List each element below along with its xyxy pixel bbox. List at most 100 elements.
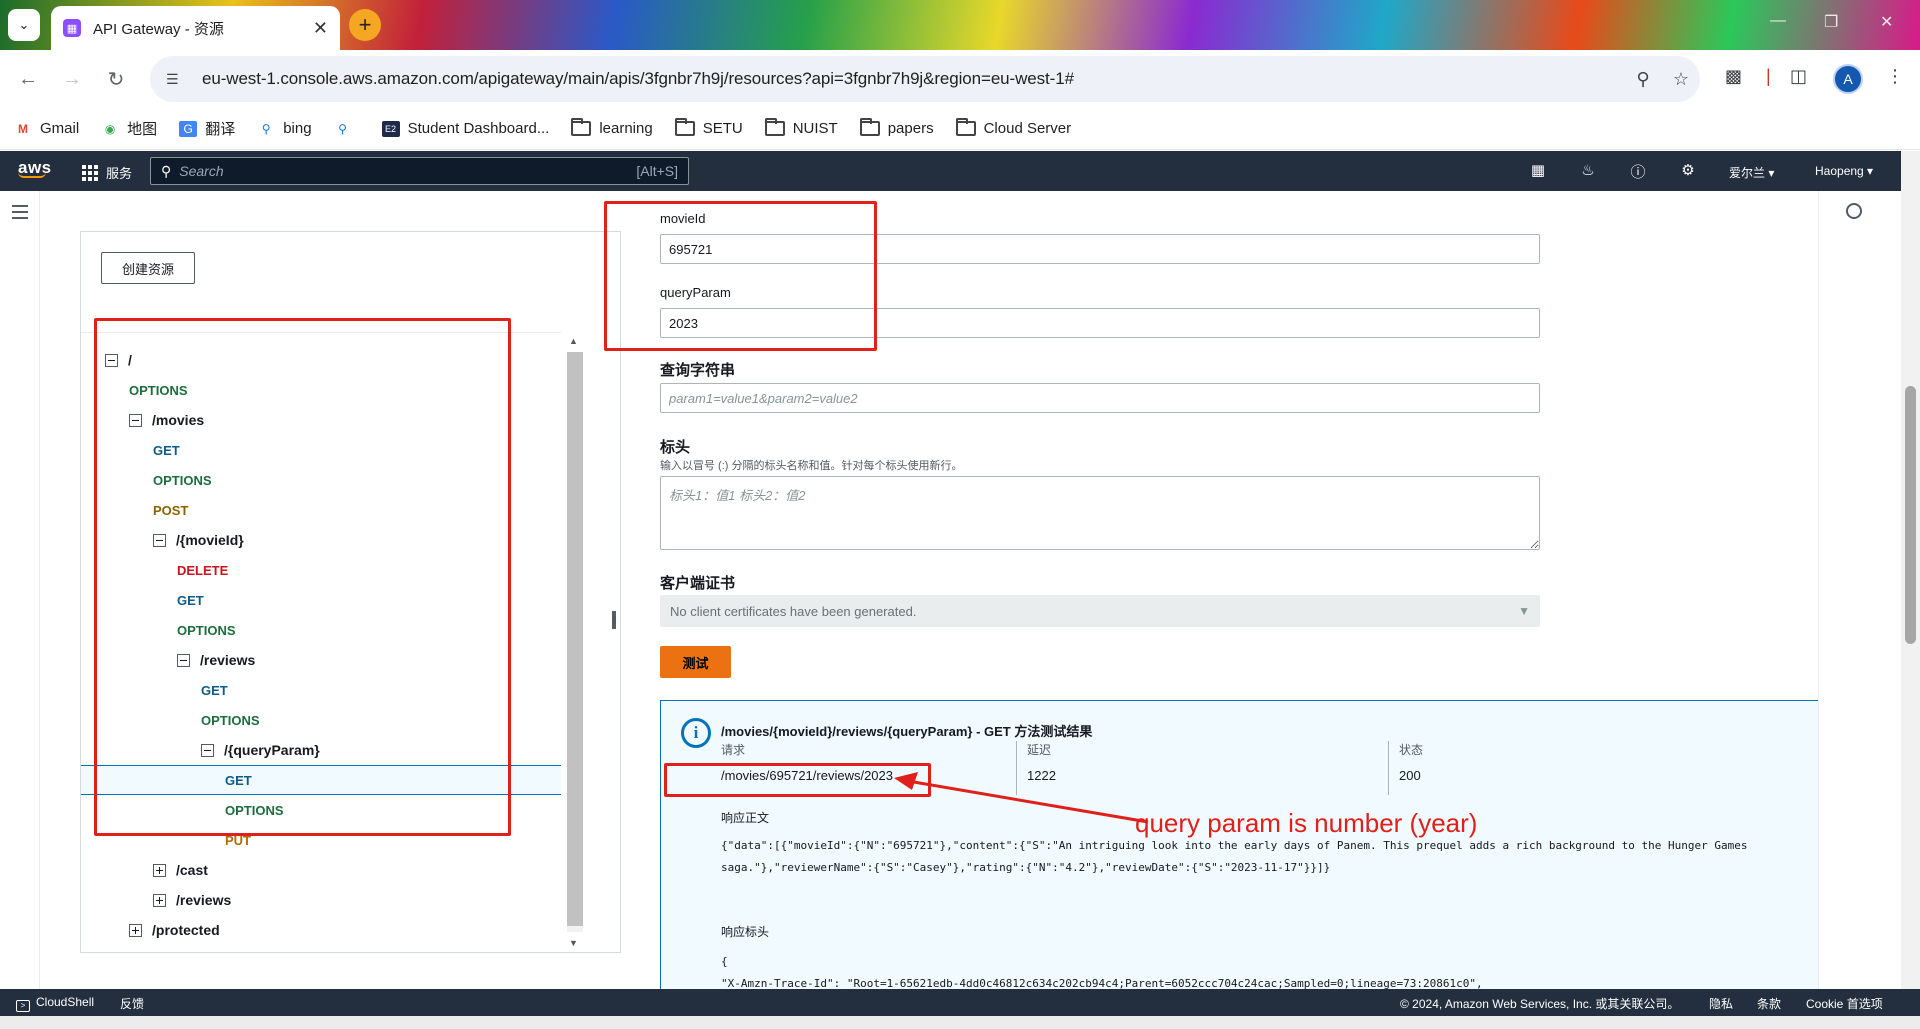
tree-method-item[interactable]: GET (81, 765, 561, 795)
side-panel-icon[interactable]: ◫ (1790, 66, 1807, 87)
aws-logo-text: aws (18, 158, 52, 177)
translate-icon: G (179, 120, 198, 137)
bookmark-folder-setu[interactable]: SETU (674, 118, 743, 137)
tree-method-item[interactable]: GET (81, 435, 561, 465)
forward-arrow-icon[interactable]: → (58, 65, 86, 93)
collapse-minus-icon[interactable] (129, 413, 142, 427)
method-label: POST (153, 502, 189, 518)
expand-plus-icon[interactable] (129, 923, 142, 937)
services-menu[interactable]: 服务 (82, 163, 132, 182)
tree-method-item[interactable]: OPTIONS (81, 795, 561, 825)
resources-panel: 创建资源 / OPTIONS/movies GET OPTIONS POST /{movi… (80, 231, 621, 953)
tree-resource-item[interactable]: /{movieId} (81, 525, 561, 555)
bookmark-gmail[interactable]: M Gmail (14, 120, 79, 137)
tree-scrollbar[interactable]: ▲ ▼ (561, 332, 583, 952)
address-url[interactable]: eu-west-1.console.aws.amazon.com/apigate… (202, 69, 1624, 89)
minimize-icon[interactable]: — (1770, 12, 1786, 30)
headers-textarea[interactable] (660, 476, 1540, 550)
tree-resource-item[interactable]: /protected (81, 915, 561, 945)
queryparam-input[interactable] (660, 308, 1540, 338)
collapse-minus-icon[interactable] (201, 743, 214, 757)
method-label: GET (201, 682, 228, 698)
feedback-link[interactable]: 反馈 (120, 995, 144, 1012)
site-info-icon[interactable]: ☰ (166, 71, 186, 88)
tree-resource-item[interactable]: /movies (81, 405, 561, 435)
collapse-minus-icon[interactable] (153, 533, 166, 547)
notifications-bell-icon[interactable]: ♨ (1578, 161, 1598, 181)
tree-resource-item[interactable]: /cast (81, 855, 561, 885)
region-selector[interactable]: 爱尔兰 ▾ (1729, 164, 1774, 181)
bookmark-folder-nuist[interactable]: NUIST (764, 118, 838, 137)
tree-scrollbar-thumb[interactable] (567, 352, 583, 926)
aws-logo[interactable]: aws (18, 158, 52, 178)
bookmark-folder-learning[interactable]: learning (571, 118, 653, 137)
hamburger-menu-icon[interactable] (12, 205, 28, 223)
browser-tab-active[interactable]: ▦ API Gateway - 资源 ✕ (51, 6, 340, 50)
latency-stat: 延迟 1222 (1016, 741, 1388, 795)
help-icon[interactable]: ⓘ (1628, 161, 1648, 181)
restore-icon[interactable]: ❐ (1824, 12, 1838, 32)
tree-method-item[interactable]: OPTIONS (81, 465, 561, 495)
tree-method-item[interactable]: PUT (81, 825, 561, 855)
client-cert-select[interactable]: No client certificates have been generat… (660, 595, 1540, 627)
bookmark-label: 地图 (127, 121, 158, 138)
bookmark-translate[interactable]: G 翻译 (179, 118, 235, 139)
bookmark-search[interactable]: ⚲ (334, 121, 360, 137)
collapse-minus-icon[interactable] (177, 653, 190, 667)
more-menu-icon[interactable]: ⋮ (1886, 66, 1904, 87)
page-scrollbar[interactable] (1901, 151, 1920, 989)
settings-gear-icon[interactable]: ⚙ (1678, 161, 1698, 181)
tree-resource-item[interactable]: /reviews (81, 645, 561, 675)
aws-search-box[interactable]: ⚲ Search [Alt+S] (150, 157, 689, 185)
query-string-input[interactable] (660, 383, 1540, 413)
client-cert-label: 客户端证书 (660, 575, 736, 592)
tree-method-item[interactable]: OPTIONS (81, 375, 561, 405)
tree-resource-item[interactable]: /public (81, 945, 561, 952)
back-arrow-icon[interactable]: ← (14, 65, 42, 93)
bookmark-folder-papers[interactable]: papers (859, 118, 934, 137)
collapse-minus-icon[interactable] (105, 353, 118, 367)
cookie-preferences-link[interactable]: Cookie 首选项 (1806, 995, 1883, 1012)
tree-resource-item[interactable]: /reviews (81, 885, 561, 915)
movieid-input[interactable] (660, 234, 1540, 264)
profile-avatar[interactable]: A (1833, 64, 1863, 94)
reload-icon[interactable]: ↻ (102, 65, 130, 93)
grid-icon (82, 164, 98, 181)
expand-plus-icon[interactable] (153, 863, 166, 877)
tree-method-item[interactable]: OPTIONS (81, 615, 561, 645)
tree-method-item[interactable]: DELETE (81, 555, 561, 585)
cloudshell-link[interactable]: > CloudShell (16, 995, 94, 1012)
scroll-down-icon[interactable]: ▼ (569, 938, 578, 948)
bookmark-maps[interactable]: ◉ 地图 (101, 118, 157, 139)
test-button[interactable]: 测试 (660, 646, 731, 678)
bookmark-student-dashboard[interactable]: E2 Student Dashboard... (381, 120, 549, 137)
bookmark-bing[interactable]: ⚲ bing (257, 120, 312, 137)
tree-method-item[interactable]: GET (81, 585, 561, 615)
expand-plus-icon[interactable] (153, 893, 166, 907)
account-menu[interactable]: Haopeng ▾ (1815, 164, 1873, 178)
close-icon[interactable]: ✕ (313, 18, 328, 39)
tab-search-button[interactable]: ⌄ (8, 9, 40, 41)
zoom-icon[interactable]: ⚲ (1624, 69, 1662, 90)
info-panel-icon[interactable] (1846, 203, 1862, 219)
address-bar[interactable]: ☰ eu-west-1.console.aws.amazon.com/apiga… (150, 56, 1700, 102)
window-close-icon[interactable]: ✕ (1880, 12, 1893, 32)
cloudshell-icon[interactable]: ▦ (1528, 161, 1548, 181)
tree-method-item[interactable]: GET (81, 675, 561, 705)
terms-link[interactable]: 条款 (1757, 995, 1781, 1012)
privacy-link[interactable]: 隐私 (1709, 995, 1733, 1012)
create-resource-button[interactable]: 创建资源 (101, 252, 196, 284)
extensions-icon[interactable]: ▩ (1725, 66, 1742, 87)
scroll-up-icon[interactable]: ▲ (569, 336, 578, 346)
page-scrollbar-thumb[interactable] (1905, 386, 1916, 644)
new-tab-button[interactable]: + (349, 9, 381, 41)
resource-tree: / OPTIONS/movies GET OPTIONS POST /{movieId} D… (81, 332, 561, 952)
bookmark-star-icon[interactable]: ☆ (1662, 69, 1700, 90)
tree-resource-item[interactable]: / (81, 345, 561, 375)
tree-method-item[interactable]: OPTIONS (81, 705, 561, 735)
folder-icon (859, 118, 880, 136)
bookmark-folder-cloud-server[interactable]: Cloud Server (955, 118, 1071, 137)
tree-resource-item[interactable]: /{queryParam} (81, 735, 561, 765)
method-test-form: movieId queryParam 查询字符串 标头 输入以冒号 (:) 分隔… (600, 191, 1818, 989)
tree-method-item[interactable]: POST (81, 495, 561, 525)
